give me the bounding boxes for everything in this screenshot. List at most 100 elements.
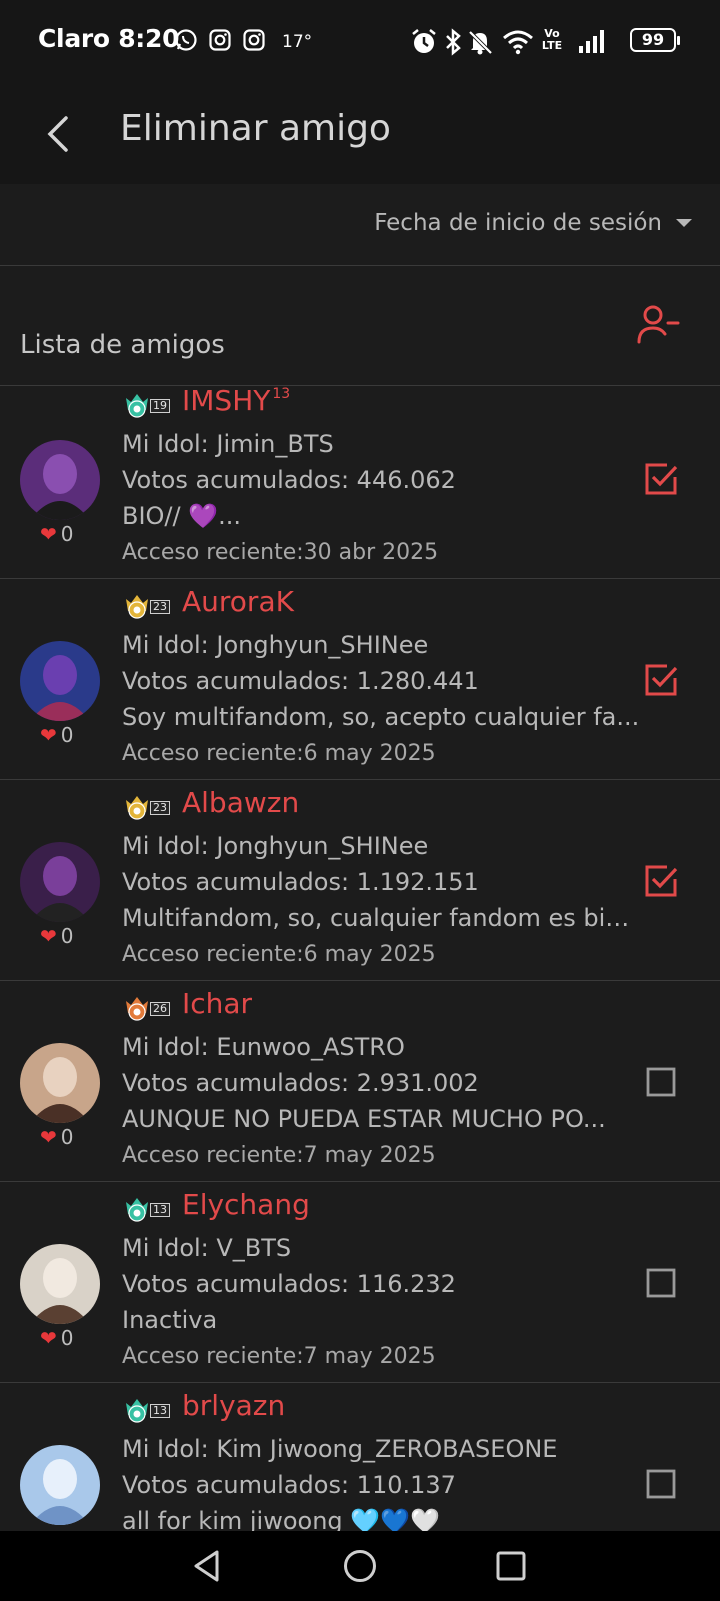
battery-icon: 99 xyxy=(630,28,680,52)
friend-name-text: Ichar xyxy=(182,987,253,1020)
friend-votes: Votos acumulados: 446.062 xyxy=(122,466,456,494)
rank-emblem-icon xyxy=(126,595,148,619)
avatar[interactable] xyxy=(20,440,100,520)
checkbox-checked-icon[interactable] xyxy=(644,462,678,496)
friend-votes: Votos acumulados: 1.280.441 xyxy=(122,667,479,695)
whatsapp-icon xyxy=(175,29,197,51)
friend-row[interactable]: ❤ 0 23 AuroraK Mi Idol: Jonghyun_SHINee … xyxy=(0,579,720,780)
heart-icon: ❤ xyxy=(40,1326,57,1350)
likes-count: ❤ 0 xyxy=(40,1125,74,1149)
friend-name-sup: 13 xyxy=(272,386,291,402)
likes-value: 0 xyxy=(60,1326,74,1350)
alarm-icon xyxy=(412,29,436,53)
friend-last-access: Acceso reciente:30 abr 2025 xyxy=(122,540,439,565)
level-number: 23 xyxy=(150,801,170,815)
likes-count: ❤ 0 xyxy=(40,723,74,747)
rank-emblem-icon xyxy=(126,997,148,1021)
likes-value: 0 xyxy=(60,522,74,546)
avatar[interactable] xyxy=(20,641,100,721)
level-number: 23 xyxy=(150,600,170,614)
nav-recents-icon[interactable] xyxy=(494,1548,528,1584)
signal-icon xyxy=(579,30,604,53)
sort-dropdown[interactable]: Fecha de inicio de sesión xyxy=(374,210,692,236)
friend-last-access: Acceso reciente:6 may 2025 xyxy=(122,741,436,766)
heart-icon: ❤ xyxy=(40,924,57,948)
friend-idol: Mi Idol: V_BTS xyxy=(122,1234,292,1262)
friend-row[interactable]: ❤ 0 23 Albawzn Mi Idol: Jonghyun_SHINee … xyxy=(0,780,720,981)
likes-value: 0 xyxy=(60,1125,74,1149)
friend-votes: Votos acumulados: 1.192.151 xyxy=(122,868,479,896)
likes-value: 0 xyxy=(60,924,74,948)
avatar[interactable] xyxy=(20,1043,100,1123)
friend-last-access: Acceso reciente:6 may 2025 xyxy=(122,942,436,967)
rank-emblem-icon xyxy=(126,796,148,820)
volte-icon: Vo LTE xyxy=(541,27,563,52)
avatar[interactable] xyxy=(20,1445,100,1525)
heart-icon: ❤ xyxy=(40,723,57,747)
friend-votes: Votos acumulados: 116.232 xyxy=(122,1270,456,1298)
app-bar: Eliminar amigo xyxy=(0,84,720,184)
checkbox-unchecked-icon[interactable] xyxy=(644,1467,678,1501)
heart-icon: ❤ xyxy=(40,1125,57,1149)
mute-icon xyxy=(468,30,493,55)
level-number: 13 xyxy=(150,1203,170,1217)
level-number: 26 xyxy=(150,1002,170,1016)
friend-name[interactable]: IMSHY 13 xyxy=(182,384,290,417)
rank-emblem-icon xyxy=(126,394,148,418)
remove-friend-icon[interactable] xyxy=(636,302,682,348)
friend-bio: AUNQUE NO PUEDA ESTAR MUCHO PO... xyxy=(122,1105,606,1133)
friend-row[interactable]: ❤ 0 13 Elychang Mi Idol: V_BTS Votos acu… xyxy=(0,1182,720,1383)
sort-bar: Fecha de inicio de sesión xyxy=(0,184,720,266)
status-bar: Claro 8:20 17° Vo LTE 99 xyxy=(0,0,720,84)
carrier-label: Claro xyxy=(38,24,110,53)
likes-count: ❤ 0 xyxy=(40,1326,74,1350)
friend-idol: Mi Idol: Kim Jiwoong_ZEROBASEONE xyxy=(122,1435,558,1463)
friends-list-header: Lista de amigos xyxy=(0,266,720,386)
instagram-icon xyxy=(209,29,231,51)
friend-last-access: Acceso reciente:7 may 2025 xyxy=(122,1143,436,1168)
sort-label: Fecha de inicio de sesión xyxy=(374,210,662,236)
nav-back-icon[interactable] xyxy=(190,1548,224,1584)
friend-bio: Multifandom, so, cualquier fandom es bie… xyxy=(122,904,642,932)
friend-bio: Inactiva xyxy=(122,1306,218,1334)
friend-row[interactable]: ❤ 0 19 IMSHY 13 Mi Idol: Jimin_BTS Votos … xyxy=(0,378,720,579)
friend-name[interactable]: Albawzn xyxy=(182,786,301,819)
back-arrow-icon[interactable] xyxy=(40,110,76,158)
friend-idol: Mi Idol: Jimin_BTS xyxy=(122,430,334,458)
friend-idol: Mi Idol: Jonghyun_SHINee xyxy=(122,631,429,659)
nav-home-icon[interactable] xyxy=(342,1548,378,1584)
friend-votes: Votos acumulados: 110.137 xyxy=(122,1471,456,1499)
friend-name-text: IMSHY xyxy=(182,384,271,417)
likes-count: ❤ 0 xyxy=(40,522,74,546)
temperature-label: 17° xyxy=(282,32,313,52)
page-title: Eliminar amigo xyxy=(120,108,391,149)
checkbox-unchecked-icon[interactable] xyxy=(644,1266,678,1300)
friend-name-text: brlyazn xyxy=(182,1389,286,1422)
friend-bio: BIO// 💜... xyxy=(122,502,242,530)
notification-icons xyxy=(174,28,266,52)
friend-name[interactable]: brlyazn xyxy=(182,1389,287,1422)
friend-name[interactable]: Elychang xyxy=(182,1188,312,1221)
checkbox-unchecked-icon[interactable] xyxy=(644,1065,678,1099)
avatar[interactable] xyxy=(20,842,100,922)
level-badge: 19 xyxy=(122,392,170,420)
friend-name[interactable]: AuroraK xyxy=(182,585,296,618)
checkbox-checked-icon[interactable] xyxy=(644,864,678,898)
level-badge: 23 xyxy=(122,593,170,621)
friend-row[interactable]: ❤ 13 brlyazn Mi Idol: Kim Jiwoong_ZEROBA… xyxy=(0,1383,720,1536)
avatar[interactable] xyxy=(20,1244,100,1324)
rank-emblem-icon xyxy=(126,1399,148,1423)
level-badge: 23 xyxy=(122,794,170,822)
instagram-icon xyxy=(243,29,265,51)
clock: 8:20 xyxy=(118,24,180,53)
level-badge: 13 xyxy=(122,1397,170,1425)
level-badge: 13 xyxy=(122,1196,170,1224)
navigation-bar xyxy=(0,1531,720,1601)
status-carrier-time: Claro 8:20 xyxy=(38,24,179,53)
checkbox-checked-icon[interactable] xyxy=(644,663,678,697)
level-number: 13 xyxy=(150,1404,170,1418)
friend-last-access: Acceso reciente:7 may 2025 xyxy=(122,1344,436,1369)
friend-name[interactable]: Ichar xyxy=(182,987,254,1020)
friend-bio: Soy multifandom, so, acepto cualquier fa… xyxy=(122,703,640,731)
friend-row[interactable]: ❤ 0 26 Ichar Mi Idol: Eunwoo_ASTRO Votos… xyxy=(0,981,720,1182)
